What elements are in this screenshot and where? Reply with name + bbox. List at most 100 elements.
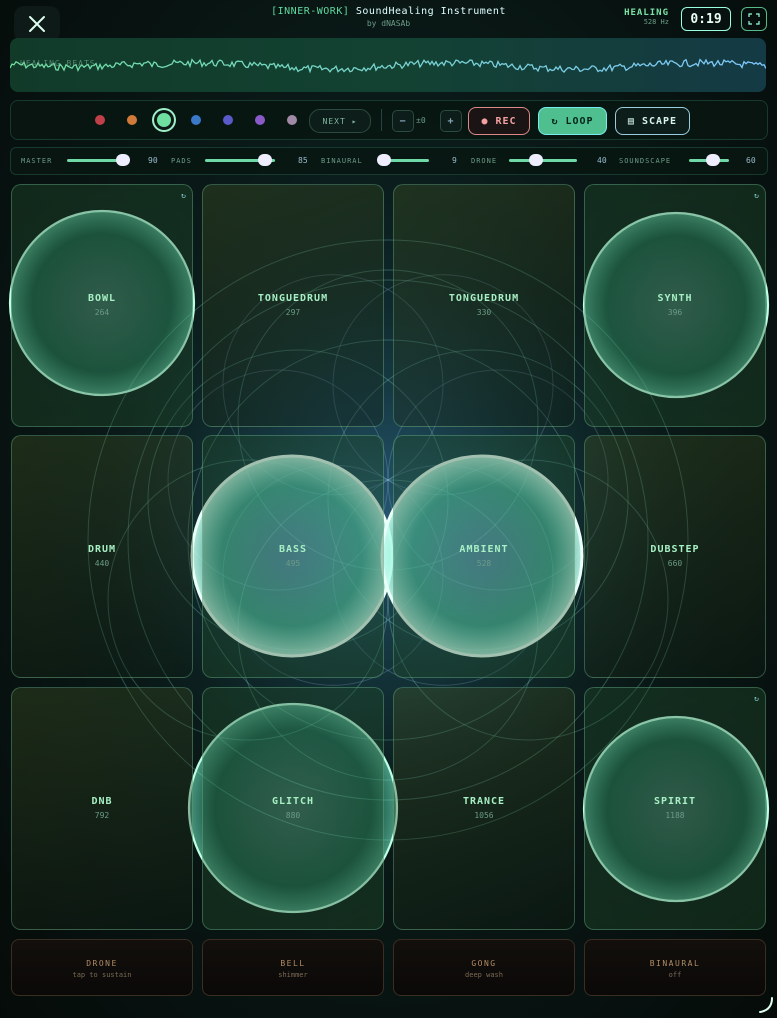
mixer-slider-thumb[interactable] (376, 154, 391, 166)
waveform-display: HEALING BEATS (10, 38, 766, 92)
palette-color-7[interactable] (287, 115, 297, 125)
pad-glitch[interactable]: GLITCH 880 (202, 687, 384, 930)
scape-button[interactable]: ▤ SCAPE (615, 107, 690, 135)
pad-tonguedrum[interactable]: TONGUEDRUM 330 (393, 184, 575, 427)
pad-bowl[interactable]: ↻ BOWL 264 (11, 184, 193, 427)
tool-name: BINAURAL (649, 959, 701, 968)
pitch-down-button[interactable]: − (392, 110, 414, 132)
fullscreen-icon (748, 13, 760, 25)
next-button[interactable]: NEXT ▸ (309, 109, 371, 133)
pad-dnb[interactable]: DNB 792 (11, 687, 193, 930)
mixer-slider-thumb[interactable] (706, 154, 720, 166)
tool-name: GONG (471, 959, 497, 968)
close-icon (29, 16, 45, 32)
tool-subtitle: shimmer (278, 971, 308, 979)
pad-frequency: 880 (285, 811, 301, 820)
pad-synth[interactable]: ↻ SYNTH 396 (584, 184, 766, 427)
pad-spirit[interactable]: ↻ SPIRIT 1188 (584, 687, 766, 930)
pad-frequency: 495 (285, 559, 301, 568)
mixer-label-master: MASTER (21, 157, 53, 165)
palette-color-5[interactable] (223, 115, 233, 125)
mode-label: HEALING (624, 8, 669, 18)
pad-drum[interactable]: DRUM 440 (11, 435, 193, 678)
pad-frequency: 264 (94, 308, 110, 317)
pitch-value: ±0 (416, 116, 426, 125)
pad-name: TONGUEDRUM (448, 293, 520, 304)
pad-ambient[interactable]: AMBIENT 528 (393, 435, 575, 678)
pitch-up-button[interactable]: + (440, 110, 462, 132)
tool-subtitle: deep wash (465, 971, 503, 979)
pad-trance[interactable]: TRANCE 1056 (393, 687, 575, 930)
mixer-slider-thumb[interactable] (529, 154, 544, 166)
tool-subtitle: tap to sustain (72, 971, 132, 979)
mixer-value-pads: 85 (298, 156, 308, 165)
tool-binaural[interactable]: BINAURAL off (584, 939, 766, 996)
palette-color-1[interactable] (95, 115, 105, 125)
pad-name: AMBIENT (459, 544, 509, 555)
app-title-block: [INNER-WORK] SoundHealing Instrument by … (200, 6, 577, 28)
waveform-line (10, 58, 766, 74)
tool-gong[interactable]: GONG deep wash (393, 939, 575, 996)
mixer-value-binaural: 9 (452, 156, 457, 165)
mixer-slider-thumb[interactable] (257, 154, 272, 166)
loop-icon: ↻ (754, 694, 759, 703)
close-button[interactable] (14, 6, 60, 42)
mixer-value-soundscape: 60 (746, 156, 756, 165)
pad-name: GLITCH (271, 796, 315, 807)
pad-name: TRANCE (462, 796, 506, 807)
control-bar: NEXT ▸ − ±0 + ● REC ↻ LOOP ▤ SCAPE (10, 100, 768, 140)
loop-button[interactable]: ↻ LOOP (538, 107, 607, 135)
tool-subtitle: off (668, 971, 682, 979)
loop-icon: ↻ (181, 191, 186, 200)
pad-name: BOWL (87, 293, 117, 304)
pad-frequency: 528 (476, 559, 492, 568)
app-title: [INNER-WORK] SoundHealing Instrument (200, 6, 577, 17)
pad-frequency: 440 (94, 559, 110, 568)
pad-frequency: 297 (285, 308, 301, 317)
waveform-label: HEALING BEATS (20, 59, 96, 68)
pad-frequency: 396 (667, 308, 683, 317)
mixer-value-drone: 40 (597, 156, 607, 165)
palette-color-2[interactable] (127, 115, 137, 125)
mixer-slider-thumb[interactable] (115, 154, 130, 166)
app-byline: by dNASAb (366, 19, 411, 28)
app-title-text: SoundHealing Instrument (355, 6, 506, 17)
app-tag: [INNER-WORK] (271, 6, 350, 17)
tool-name: DRONE (86, 959, 118, 968)
tool-name: BELL (280, 959, 306, 968)
mixer-label-binaural: BINAURAL (321, 157, 363, 165)
pad-name: TONGUEDRUM (257, 293, 329, 304)
pad-frequency: 1056 (474, 811, 494, 820)
pad-frequency: 330 (476, 308, 492, 317)
divider (381, 109, 382, 131)
tool-drone[interactable]: DRONE tap to sustain (11, 939, 193, 996)
pad-dubstep[interactable]: DUBSTEP 660 (584, 435, 766, 678)
pad-frequency: 1188 (665, 811, 685, 820)
palette-color-6[interactable] (255, 115, 265, 125)
pad-name: DUBSTEP (650, 544, 700, 555)
session-timer: 0:19 (681, 7, 731, 31)
mixer-bar: MASTER 90 PADS 85 BINAURAL 9 DRONE 40 SOUNDSCAPE… (10, 147, 768, 175)
pad-frequency: 660 (667, 559, 683, 568)
record-button[interactable]: ● REC (468, 107, 530, 135)
mixer-label-pads: PADS (171, 157, 192, 165)
pad-name: SPIRIT (653, 796, 697, 807)
mixer-label-drone: DRONE (471, 157, 498, 165)
pad-name: DNB (91, 796, 113, 807)
pad-frequency: 792 (94, 811, 110, 820)
pad-name: BASS (278, 544, 308, 555)
tool-bell[interactable]: BELL shimmer (202, 939, 384, 996)
mixer-value-master: 90 (148, 156, 158, 165)
fullscreen-button[interactable] (741, 7, 767, 31)
pad-name: SYNTH (657, 293, 693, 304)
resize-handle-icon[interactable] (754, 994, 774, 1014)
loop-icon: ↻ (754, 191, 759, 200)
pad-tonguedrum[interactable]: TONGUEDRUM 297 (202, 184, 384, 427)
mixer-label-soundscape: SOUNDSCAPE (619, 157, 672, 165)
pad-bass[interactable]: BASS 495 (202, 435, 384, 678)
mode-indicator: HEALING 528 Hz (624, 8, 669, 26)
pad-name: DRUM (87, 544, 117, 555)
palette-color-3[interactable] (157, 113, 171, 127)
palette-color-4[interactable] (191, 115, 201, 125)
mode-frequency: 528 Hz (643, 18, 669, 26)
